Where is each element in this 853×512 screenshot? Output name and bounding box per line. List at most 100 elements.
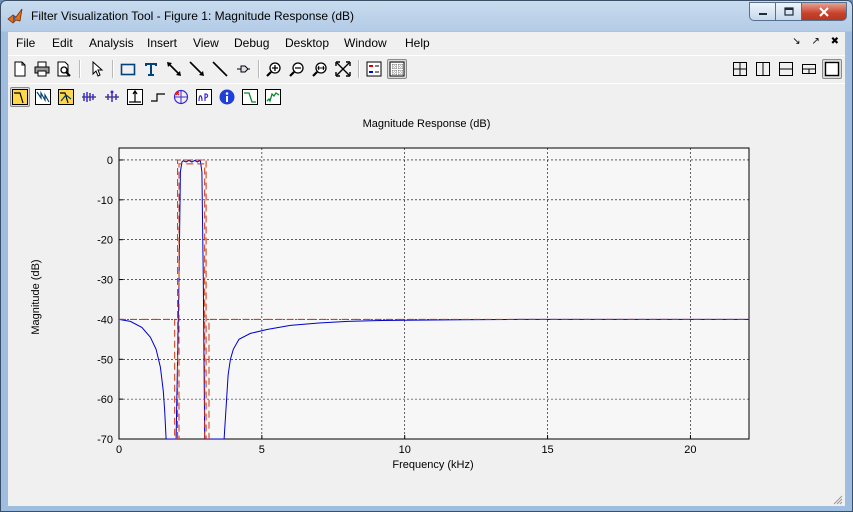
close-button[interactable] — [802, 2, 847, 21]
menu-edit[interactable]: Edit — [52, 36, 73, 50]
insert-text-button[interactable] — [141, 59, 161, 79]
new-figure-button[interactable] — [10, 59, 30, 79]
y-tick-label: -50 — [97, 354, 113, 366]
menu-view[interactable]: View — [193, 36, 219, 50]
phase-delay-icon — [105, 90, 119, 102]
dock-arrow-icon[interactable]: ↘ — [792, 36, 800, 47]
round-off-noise-icon — [265, 89, 281, 105]
impulse-response-button[interactable] — [125, 87, 145, 107]
x-tick-label: 10 — [399, 444, 411, 456]
phase-delay-button[interactable] — [102, 87, 122, 107]
group-delay-button[interactable] — [79, 87, 99, 107]
menu-file[interactable]: File — [16, 36, 35, 50]
zoom-x-button[interactable] — [310, 59, 330, 79]
analysis-toolbar — [8, 83, 845, 112]
menu-insert[interactable]: Insert — [147, 36, 177, 50]
menu-analysis[interactable]: Analysis — [89, 36, 134, 50]
round-off-noise-button[interactable] — [263, 87, 283, 107]
pole-zero-icon — [173, 89, 189, 105]
full-view-button[interactable] — [333, 59, 353, 79]
maximize-button[interactable] — [776, 2, 802, 21]
zoom-in-button[interactable] — [264, 59, 284, 79]
coefficients-button[interactable] — [194, 87, 214, 107]
y-tick-label: -10 — [97, 195, 113, 207]
maximize-layout-button[interactable] — [822, 59, 842, 79]
y-tick-label: -40 — [97, 314, 113, 326]
arrow-icon — [189, 61, 204, 76]
insert-line-button[interactable] — [210, 59, 230, 79]
tile-layout-button[interactable] — [730, 59, 750, 79]
plot-area[interactable] — [118, 147, 750, 440]
select-button[interactable] — [87, 59, 107, 79]
new-figure-icon — [14, 61, 26, 77]
magnitude-phase-button[interactable] — [56, 87, 76, 107]
rectangle-icon — [120, 63, 136, 76]
window-title: Filter Visualization Tool - Figure 1: Ma… — [31, 9, 355, 23]
title-bar[interactable]: Filter Visualization Tool - Figure 1: Ma… — [1, 1, 852, 32]
text-icon — [145, 63, 157, 76]
y-tick-label: -60 — [97, 394, 113, 406]
close-icon — [819, 6, 829, 17]
top-bottom-layout-icon — [779, 62, 793, 76]
magnitude-response-chart[interactable]: 0 5 10 15 20 0 -10 -20 -30 -40 -50 -60 -70 — [8, 111, 845, 471]
insert-arrow-button[interactable] — [187, 59, 207, 79]
y-tick-label: -20 — [97, 235, 113, 247]
print-icon — [34, 61, 50, 77]
toolbar-separator — [258, 60, 260, 78]
full-view-icon — [335, 61, 351, 77]
zoom-out-button[interactable] — [287, 59, 307, 79]
phase-response-button[interactable] — [33, 87, 53, 107]
y-tick-label: 0 — [107, 155, 113, 167]
magnitude-estimate-button[interactable] — [240, 87, 260, 107]
top-bottom-layout-button[interactable] — [776, 59, 796, 79]
matlab-logo-icon — [7, 8, 23, 24]
maximize-icon — [783, 7, 794, 16]
matlab-figure-window: Filter Visualization Tool - Figure 1: Ma… — [0, 0, 853, 512]
group-delay-icon — [82, 92, 96, 102]
grid-button[interactable] — [387, 59, 407, 79]
grid-icon — [389, 61, 405, 77]
menu-bar: File Edit Analysis Insert View Debug Des… — [8, 32, 845, 54]
minimize-icon — [758, 12, 767, 15]
legend-button[interactable] — [364, 59, 384, 79]
magnitude-response-icon — [12, 89, 28, 105]
pole-zero-button[interactable] — [171, 87, 191, 107]
figure-canvas: Magnitude Response (dB) Magnitude (dB) F… — [8, 111, 845, 506]
x-tick-label: 0 — [116, 444, 122, 456]
toolbar-separator — [358, 60, 360, 78]
resize-grip-icon[interactable] — [833, 495, 843, 505]
y-tick-label: -70 — [97, 434, 113, 446]
dock-layout-button[interactable] — [799, 59, 819, 79]
menu-close-icon[interactable]: ✖ — [831, 36, 839, 47]
menu-window[interactable]: Window — [344, 36, 387, 50]
line-icon — [212, 61, 228, 77]
coefficients-icon — [196, 89, 212, 105]
magnitude-response-button[interactable] — [10, 87, 30, 107]
insert-rectangle-button[interactable] — [118, 59, 138, 79]
menu-help[interactable]: Help — [405, 36, 430, 50]
print-button[interactable] — [32, 59, 52, 79]
legend-icon — [366, 61, 382, 77]
dock-layout-icon — [802, 64, 816, 74]
figure-client-area: File Edit Analysis Insert View Debug Des… — [8, 32, 845, 506]
left-right-layout-icon — [756, 62, 770, 76]
step-response-button[interactable] — [148, 87, 168, 107]
magnitude-estimate-icon — [242, 89, 258, 105]
undock-arrow-icon[interactable]: ↗ — [811, 36, 819, 47]
minimize-button[interactable] — [749, 2, 776, 21]
maximize-layout-icon — [824, 61, 840, 77]
pin-button[interactable] — [233, 59, 253, 79]
menu-debug[interactable]: Debug — [234, 36, 269, 50]
x-tick-label: 15 — [541, 444, 553, 456]
toolbar-separator — [112, 60, 114, 78]
menu-desktop[interactable]: Desktop — [285, 36, 329, 50]
zoom-out-icon — [289, 62, 304, 77]
menu-dock-controls: ↘ ↗ ✖ — [784, 36, 839, 47]
y-tick-label: -30 — [97, 275, 113, 287]
figure-toolbar — [8, 55, 845, 84]
left-right-layout-button[interactable] — [753, 59, 773, 79]
insert-double-arrow-button[interactable] — [164, 59, 184, 79]
filter-info-button[interactable] — [217, 87, 237, 107]
print-preview-button[interactable] — [54, 59, 74, 79]
phase-response-icon — [35, 89, 51, 105]
